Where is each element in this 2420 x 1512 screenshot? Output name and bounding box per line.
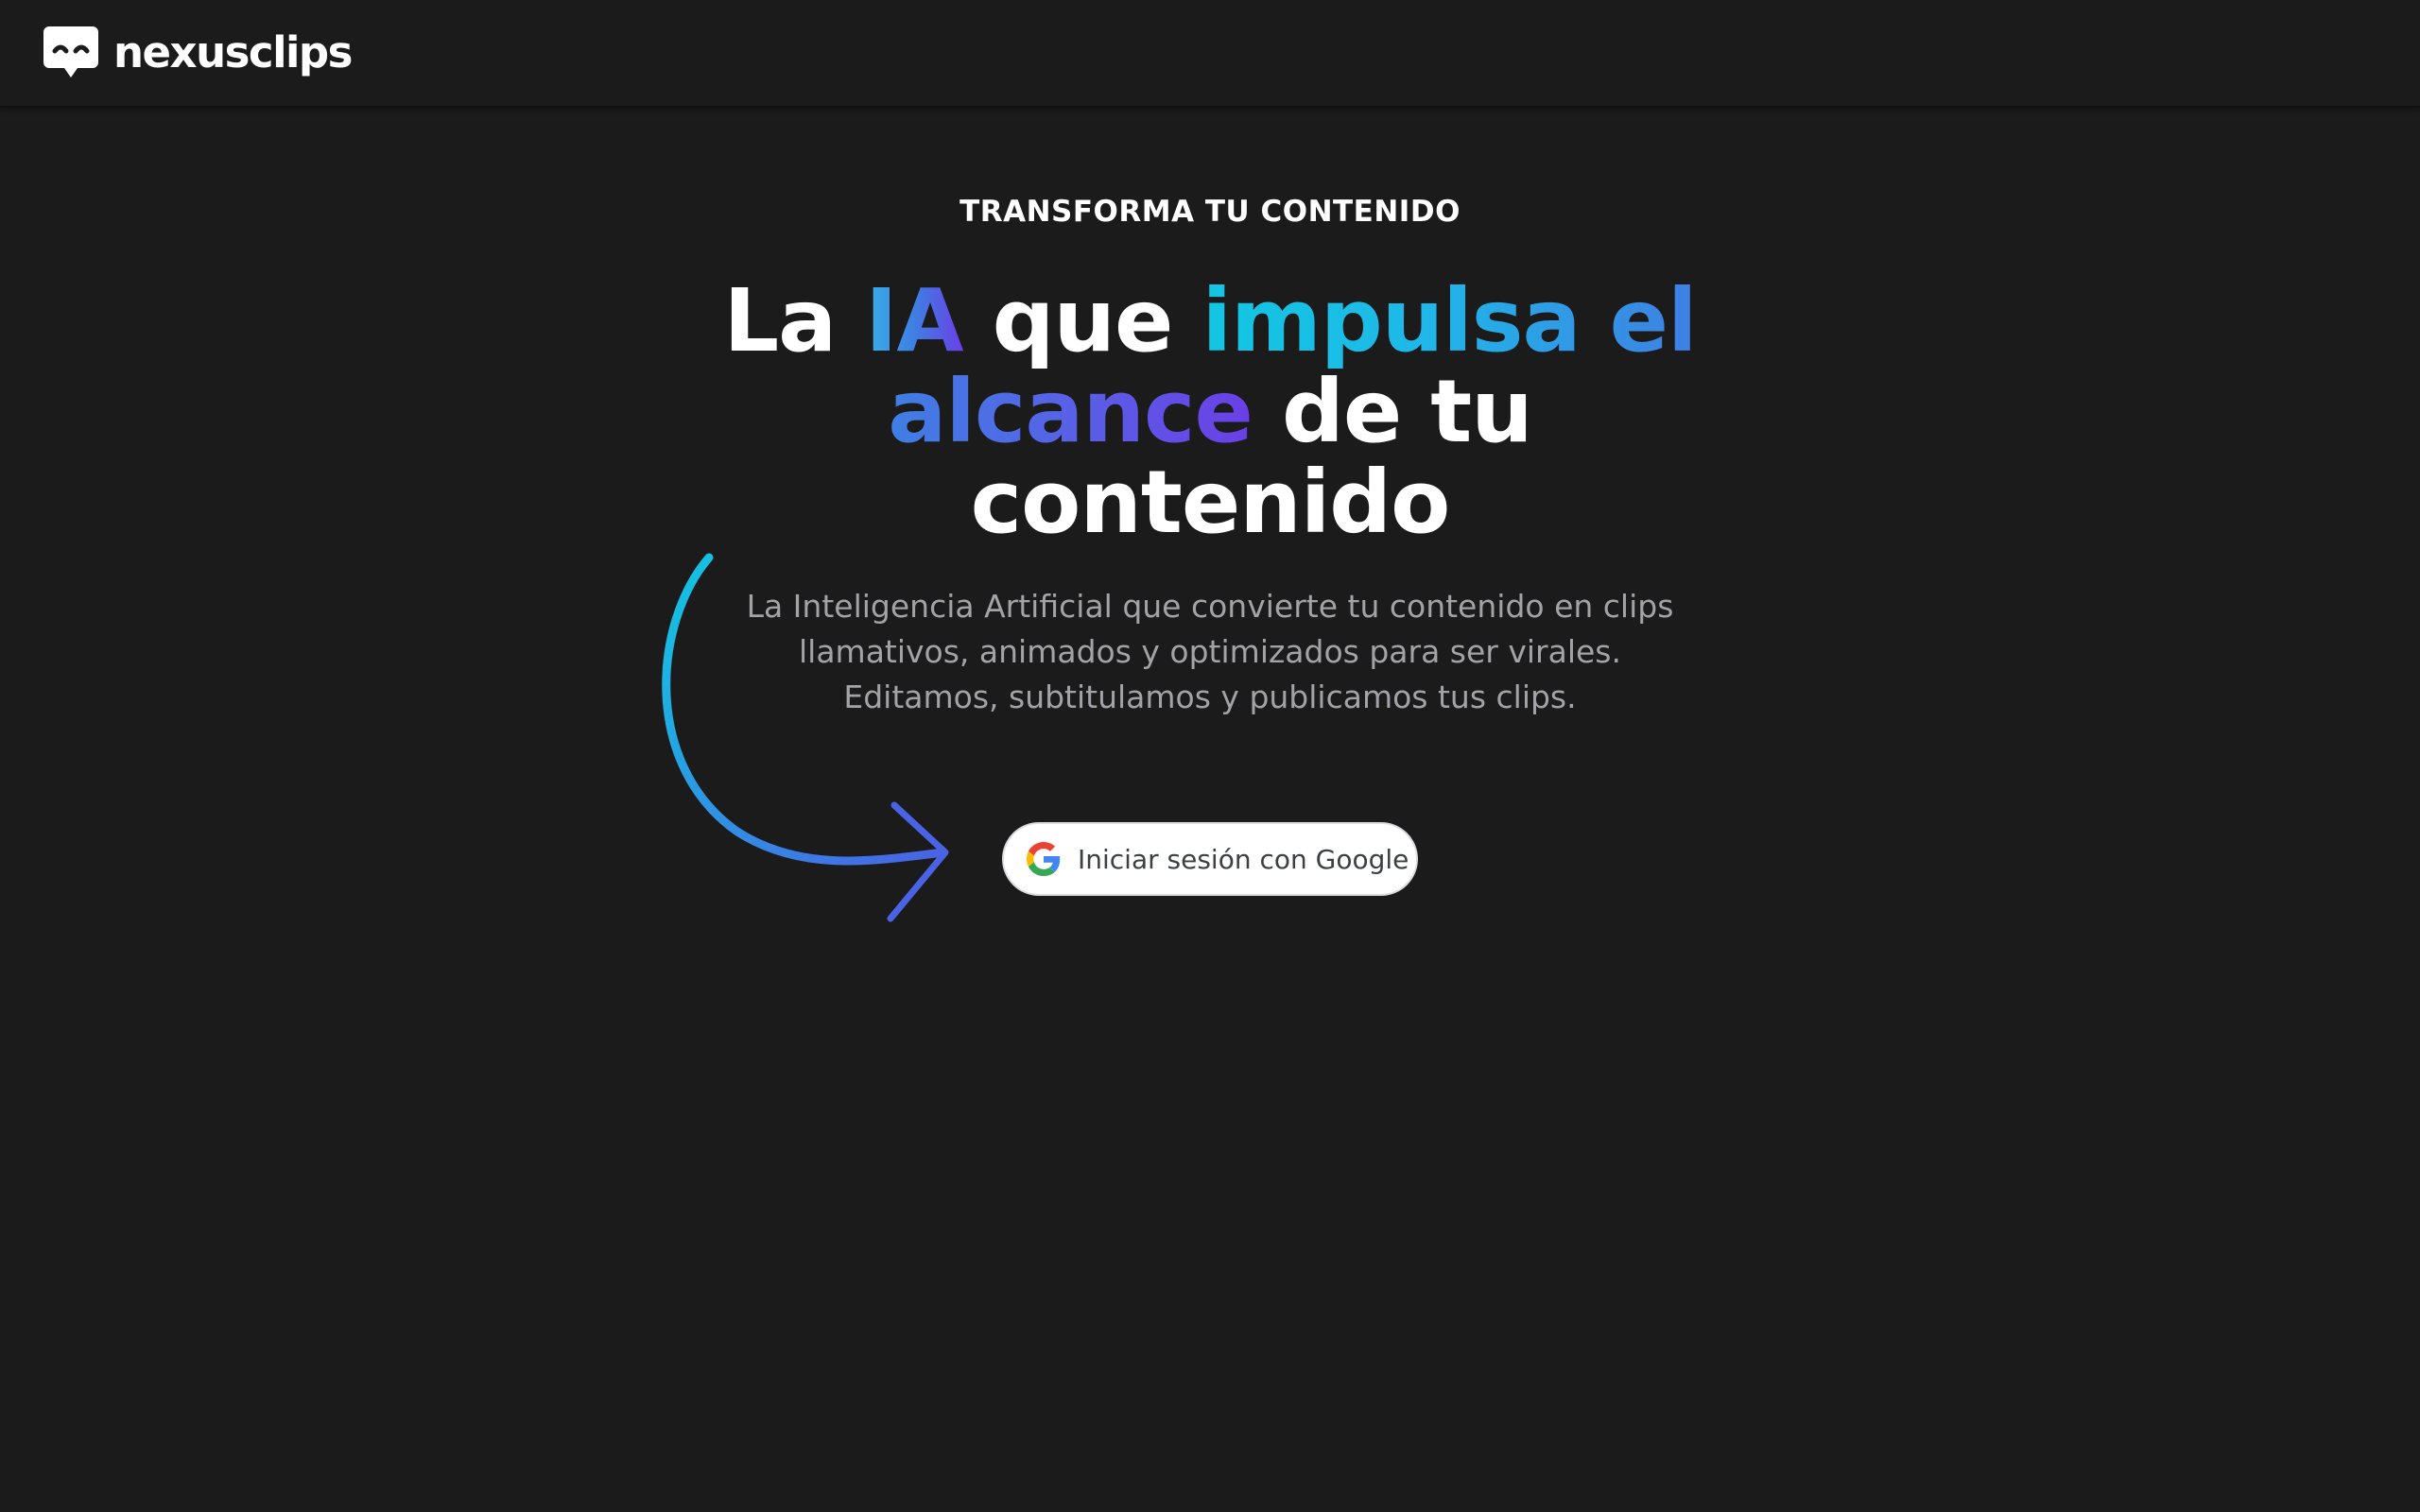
speech-bubble-face-icon [43, 26, 98, 77]
google-sign-in-label: Iniciar sesión con Google [1078, 843, 1409, 875]
headline-part-impulsa: impulsa el [1201, 270, 1697, 371]
headline-part-de-tu: de tu [1252, 361, 1533, 462]
top-navigation-bar: nexusclips [0, 0, 2420, 108]
hero-eyebrow: TRANSFORMA TU CONTENIDO [959, 195, 1461, 229]
hero-subtitle: La Inteligencia Artificial que convierte… [746, 588, 1674, 715]
headline-part-que: que [962, 270, 1202, 371]
google-g-icon [1027, 842, 1061, 876]
brand-name: nexusclips [113, 27, 353, 77]
headline-part-ia: IA [865, 270, 963, 371]
brand-logo-link[interactable]: nexusclips [43, 26, 353, 79]
headline-part-la: La [723, 270, 866, 371]
headline-part-alcance: alcance [888, 361, 1253, 462]
hero-headline: La IA que impulsa el alcance de tu conte… [690, 276, 1730, 548]
headline-part-contenido: contenido [970, 452, 1451, 553]
google-sign-in-button[interactable]: Iniciar sesión con Google [1002, 822, 1418, 896]
